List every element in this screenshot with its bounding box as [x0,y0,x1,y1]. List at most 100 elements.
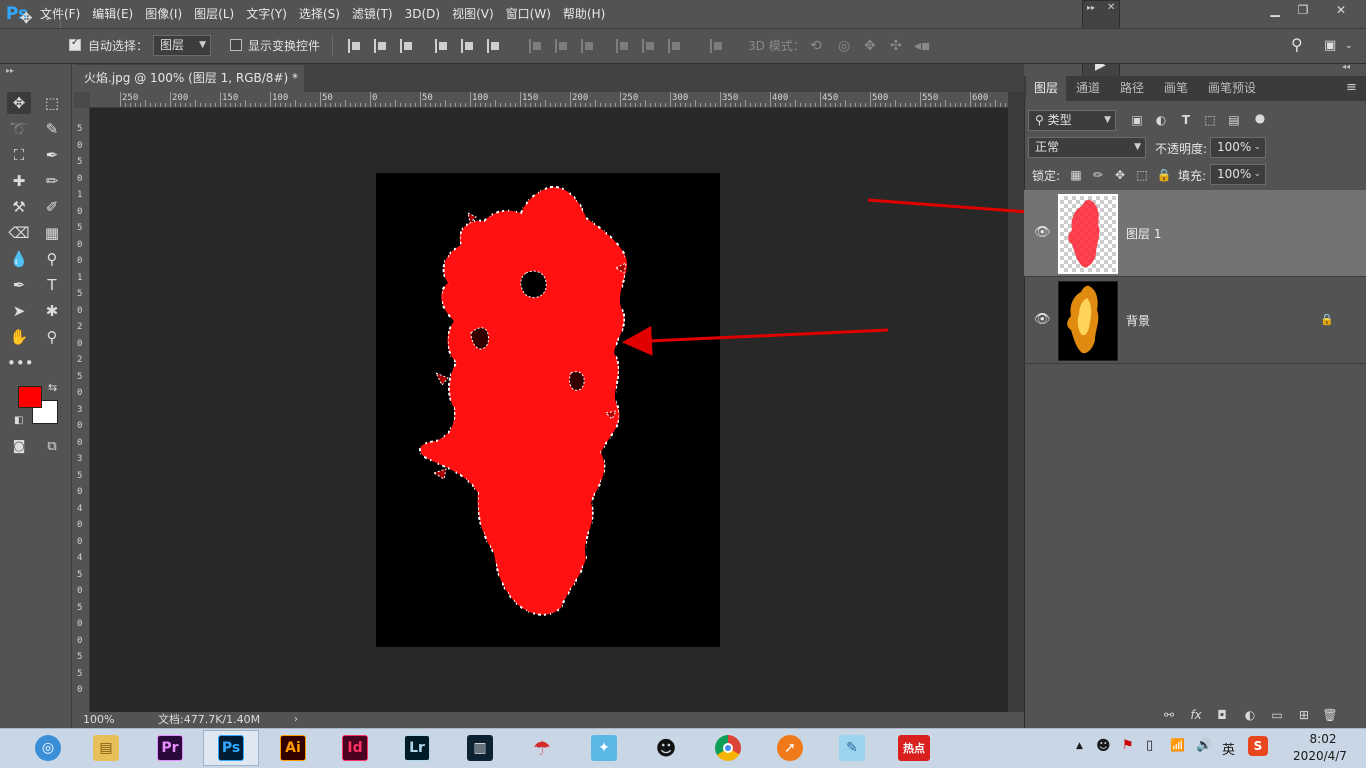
workspace-icon[interactable]: ▣ [1324,36,1336,56]
menu-layer[interactable]: 图层(L) [188,0,240,28]
healing-brush-tool-icon[interactable]: ✚ [7,170,31,192]
quick-mask-icon[interactable]: ◙ [7,436,31,458]
3d-orbit-icon[interactable]: ⟲ [810,36,822,56]
collapse-panel-icon[interactable]: ◂◂ [1342,62,1350,71]
show-transform-checkbox[interactable] [230,39,242,51]
taskbar-video-editor[interactable]: ▥ [452,730,508,766]
layer-filter-select[interactable]: ⚲ 类型 ▼ [1028,110,1116,131]
3d-roll-icon[interactable]: ◎ [838,36,850,56]
tool-preset-chevron-icon[interactable]: ⌄ [44,8,52,28]
blur-tool-icon[interactable]: 💧 [7,248,31,270]
collapse-icon[interactable]: ▸▸ [6,66,14,75]
taskbar-lightroom[interactable]: Lr [389,730,445,766]
filter-pixel-icon[interactable]: ▣ [1129,112,1145,128]
hand-tool-icon[interactable]: ✋ [7,326,31,348]
delete-layer-icon[interactable]: 🗑 [1322,707,1338,723]
menu-3d[interactable]: 3D(D) [399,0,446,28]
menu-help[interactable]: 帮助(H) [557,0,611,28]
history-brush-tool-icon[interactable]: ✐ [40,196,64,218]
start-button[interactable]: ◎ [20,730,76,766]
close-button[interactable]: ✕ [1326,2,1356,18]
default-colors-icon[interactable]: ◧ [14,415,23,426]
link-layers-icon[interactable]: ⚯ [1161,707,1177,723]
document-image[interactable] [376,173,720,647]
tab-paths[interactable]: 路径 [1112,76,1152,101]
visibility-eye-icon[interactable]: 👁 [1034,313,1051,327]
distribute-vcenter-icon[interactable] [554,39,568,53]
visibility-eye-icon[interactable]: 👁 [1034,226,1051,240]
taskbar-indesign[interactable]: Id [327,730,383,766]
clone-stamp-tool-icon[interactable]: ⚒ [7,196,31,218]
tray-flag-icon[interactable]: ⚑ [1122,738,1134,753]
distribute-hcenter-icon[interactable] [641,39,655,53]
workspace-chevron-icon[interactable]: ⌄ [1345,36,1353,56]
layer-lock-icon[interactable]: 🔒 [1320,313,1334,327]
zoom-tool-icon[interactable]: ⚲ [40,326,64,348]
clock-time[interactable]: 8:02 [1296,732,1350,746]
collapse-icon[interactable]: ▸▸ [1087,3,1095,12]
eyedropper-tool-icon[interactable]: ✒ [40,144,64,166]
filter-adjustment-icon[interactable]: ◐ [1153,112,1169,128]
marquee-tool-icon[interactable]: ⬚ [40,92,64,114]
chevron-down-icon[interactable]: ⌄ [1253,165,1261,184]
swap-colors-icon[interactable]: ⇆ [48,381,57,394]
align-bottom-icon[interactable] [399,39,413,53]
crop-tool-icon[interactable]: ⛶ [7,144,31,166]
panel-menu-icon[interactable]: ≡ [1346,80,1357,95]
opacity-input[interactable]: 100% ⌄ [1210,137,1266,158]
dodge-tool-icon[interactable]: ⚲ [40,248,64,270]
layer-name[interactable]: 背景 [1126,312,1150,329]
blend-mode-select[interactable]: 正常 ▼ [1028,137,1146,158]
gradient-tool-icon[interactable]: ▦ [40,222,64,244]
taskbar-qq[interactable]: ☻ [638,730,694,766]
3d-scale-icon[interactable]: ◂▪ [914,36,931,56]
align-top-icon[interactable] [347,39,361,53]
lock-transparent-icon[interactable]: ▦ [1068,167,1084,183]
taskbar-file-explorer[interactable]: ▤ [78,730,134,766]
auto-select-target-select[interactable]: 图层 ▼ [153,35,211,56]
move-tool-icon[interactable]: ✥ [20,8,33,28]
taskbar-fox-app[interactable]: ➚ [762,730,818,766]
align-right-icon[interactable] [486,39,500,53]
vertical-scrollbar[interactable] [1008,92,1024,712]
quick-select-tool-icon[interactable]: ✎ [40,118,64,140]
3d-pan-icon[interactable]: ✥ [864,36,876,56]
ruler-origin[interactable] [74,92,90,108]
lock-position-icon[interactable]: ✥ [1112,167,1128,183]
foreground-color-swatch[interactable] [18,386,42,408]
eraser-tool-icon[interactable]: ⌫ [7,222,31,244]
align-left-icon[interactable] [434,39,448,53]
clock-date[interactable]: 2020/4/7 [1282,749,1358,763]
input-method-label[interactable]: 英 [1222,739,1235,758]
align-horizontal-center-icon[interactable] [460,39,474,53]
lock-artboard-icon[interactable]: ⬚ [1134,167,1150,183]
taskbar-premiere[interactable]: Pr [142,730,198,766]
filter-smart-object-icon[interactable]: ▤ [1226,112,1242,128]
tab-channels[interactable]: 通道 [1068,76,1108,101]
auto-align-icon[interactable] [709,39,723,53]
tray-qq-icon[interactable]: ☻ [1096,738,1111,754]
menu-select[interactable]: 选择(S) [293,0,346,28]
lock-image-icon[interactable]: ✏ [1090,167,1106,183]
minimize-button[interactable]: ▁ [1264,2,1286,18]
new-layer-icon[interactable]: ⊞ [1296,707,1312,723]
taskbar-bird-app[interactable]: ✦ [576,730,632,766]
distribute-bottom-icon[interactable] [580,39,594,53]
taskbar-photoshop[interactable]: Ps [203,730,259,766]
custom-shape-tool-icon[interactable]: ✱ [40,300,64,322]
distribute-right-icon[interactable] [667,39,681,53]
tray-network-icon[interactable]: 📶 [1170,738,1185,752]
align-vertical-center-icon[interactable] [373,39,387,53]
tab-layers[interactable]: 图层 [1026,76,1067,101]
distribute-left-icon[interactable] [615,39,629,53]
taskbar-notepad[interactable]: ✎ [824,730,880,766]
taskbar-umbrella-app[interactable]: ☂ [514,730,570,766]
status-menu-chevron-icon[interactable]: › [294,712,298,728]
lasso-tool-icon[interactable]: ➰ [7,118,31,140]
tab-brush[interactable]: 画笔 [1156,76,1196,101]
pen-tool-icon[interactable]: ✒ [7,274,31,296]
menu-type[interactable]: 文字(Y) [240,0,293,28]
tray-expand-icon[interactable]: ▲ [1076,741,1083,751]
adjustment-layer-icon[interactable]: ◐ [1242,707,1258,723]
menu-window[interactable]: 窗口(W) [500,0,557,28]
